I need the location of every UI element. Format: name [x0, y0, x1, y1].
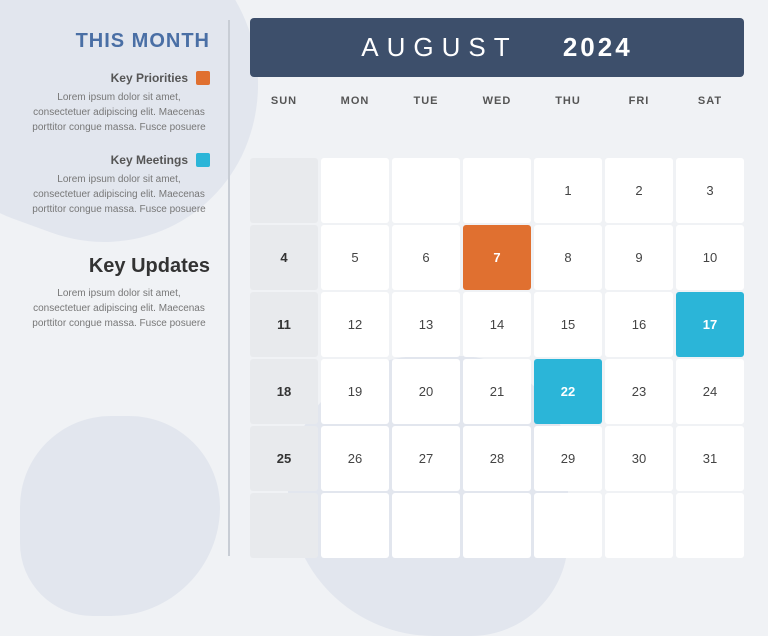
- meetings-block: Key Meetings Lorem ipsum dolor sit amet,…: [28, 153, 210, 217]
- col-header-sat: SAT: [676, 91, 744, 156]
- cal-cell-24: 24: [676, 359, 744, 424]
- cal-cell-8: 8: [534, 225, 602, 290]
- calendar-week-2: 4 5 6 7 8 9 10: [250, 225, 744, 290]
- cal-cell-10: 10: [676, 225, 744, 290]
- priorities-block: Key Priorities Lorem ipsum dolor sit ame…: [28, 71, 210, 135]
- cal-cell-17: 17: [676, 292, 744, 357]
- col-header-tue: TUE: [392, 91, 460, 156]
- cal-cell-26: 26: [321, 426, 389, 491]
- meetings-blue-dot: [196, 153, 210, 167]
- col-header-fri: FRI: [605, 91, 673, 156]
- cal-cell-6: 6: [392, 225, 460, 290]
- cal-cell-23: 23: [605, 359, 673, 424]
- cal-cell-29: 29: [534, 426, 602, 491]
- cal-cell-13: 13: [392, 292, 460, 357]
- calendar-title: AUGUST 2024: [260, 32, 734, 63]
- col-header-wed: WED: [463, 91, 531, 156]
- col-header-thu: THU: [534, 91, 602, 156]
- cal-cell-w1-wed: [463, 158, 531, 223]
- cal-cell-14: 14: [463, 292, 531, 357]
- priority-orange-dot: [196, 71, 210, 85]
- cal-cell-12: 12: [321, 292, 389, 357]
- cal-cell-w4-num: 18: [250, 359, 318, 424]
- cal-cell-22: 22: [534, 359, 602, 424]
- cal-cell-w6-tue: [392, 493, 460, 558]
- updates-block: Key Updates Lorem ipsum dolor sit amet, …: [28, 235, 210, 331]
- cal-cell-w3-num: 11: [250, 292, 318, 357]
- cal-cell-w6-thu: [534, 493, 602, 558]
- section-title: THIS MONTH: [28, 30, 210, 53]
- updates-title: Key Updates: [28, 255, 210, 278]
- priorities-text: Lorem ipsum dolor sit amet, consectetuer…: [28, 90, 210, 135]
- meetings-label-row: Key Meetings: [28, 153, 210, 167]
- cal-cell-w6-sun: [250, 493, 318, 558]
- calendar-header: AUGUST 2024: [250, 18, 744, 77]
- calendar-grid: SUN MON TUE WED THU FRI SAT 1 2 3 4: [250, 91, 744, 558]
- cal-cell-28: 28: [463, 426, 531, 491]
- page-container: THIS MONTH Key Priorities Lorem ipsum do…: [0, 0, 768, 576]
- calendar-week-5: 25 26 27 28 29 30 31: [250, 426, 744, 491]
- cal-cell-19: 19: [321, 359, 389, 424]
- sidebar: THIS MONTH Key Priorities Lorem ipsum do…: [0, 0, 230, 576]
- meetings-text: Lorem ipsum dolor sit amet, consectetuer…: [28, 172, 210, 217]
- cal-cell-15: 15: [534, 292, 602, 357]
- cal-cell-w1-tue: [392, 158, 460, 223]
- col-header-mon: MON: [321, 91, 389, 156]
- cal-cell-9: 9: [605, 225, 673, 290]
- cal-cell-1: 1: [534, 158, 602, 223]
- cal-cell-2: 2: [605, 158, 673, 223]
- cal-cell-30: 30: [605, 426, 673, 491]
- cal-cell-w6-mon: [321, 493, 389, 558]
- cal-cell-31: 31: [676, 426, 744, 491]
- cal-cell-16: 16: [605, 292, 673, 357]
- cal-cell-w5-num: 25: [250, 426, 318, 491]
- calendar-week-1: 1 2 3: [250, 158, 744, 223]
- cal-cell-20: 20: [392, 359, 460, 424]
- cal-cell-3: 3: [676, 158, 744, 223]
- sidebar-divider: [228, 20, 230, 556]
- calendar-section: AUGUST 2024 SUN MON TUE WED THU FRI SAT: [230, 0, 768, 576]
- cal-cell-21: 21: [463, 359, 531, 424]
- calendar-week-3: 11 12 13 14 15 16 17: [250, 292, 744, 357]
- priorities-label: Key Priorities: [111, 71, 188, 85]
- calendar-week-6: [250, 493, 744, 558]
- calendar-week-4: 18 19 20 21 22 23 24: [250, 359, 744, 424]
- calendar-month: AUGUST: [361, 32, 517, 62]
- cal-cell-5: 5: [321, 225, 389, 290]
- cal-cell-w1-mon: [321, 158, 389, 223]
- cal-cell-7: 7: [463, 225, 531, 290]
- priority-label-row: Key Priorities: [28, 71, 210, 85]
- cal-cell-w1-sun: [250, 158, 318, 223]
- calendar-year: 2024: [563, 32, 633, 62]
- cal-cell-w2-num: 4: [250, 225, 318, 290]
- updates-text: Lorem ipsum dolor sit amet, consectetuer…: [28, 286, 210, 331]
- cal-cell-27: 27: [392, 426, 460, 491]
- cal-cell-w6-wed: [463, 493, 531, 558]
- cal-cell-w6-fri: [605, 493, 673, 558]
- cal-cell-w6-sat: [676, 493, 744, 558]
- calendar-header-row: SUN MON TUE WED THU FRI SAT: [250, 91, 744, 156]
- col-header-sun: SUN: [250, 91, 318, 156]
- meetings-label: Key Meetings: [111, 153, 188, 167]
